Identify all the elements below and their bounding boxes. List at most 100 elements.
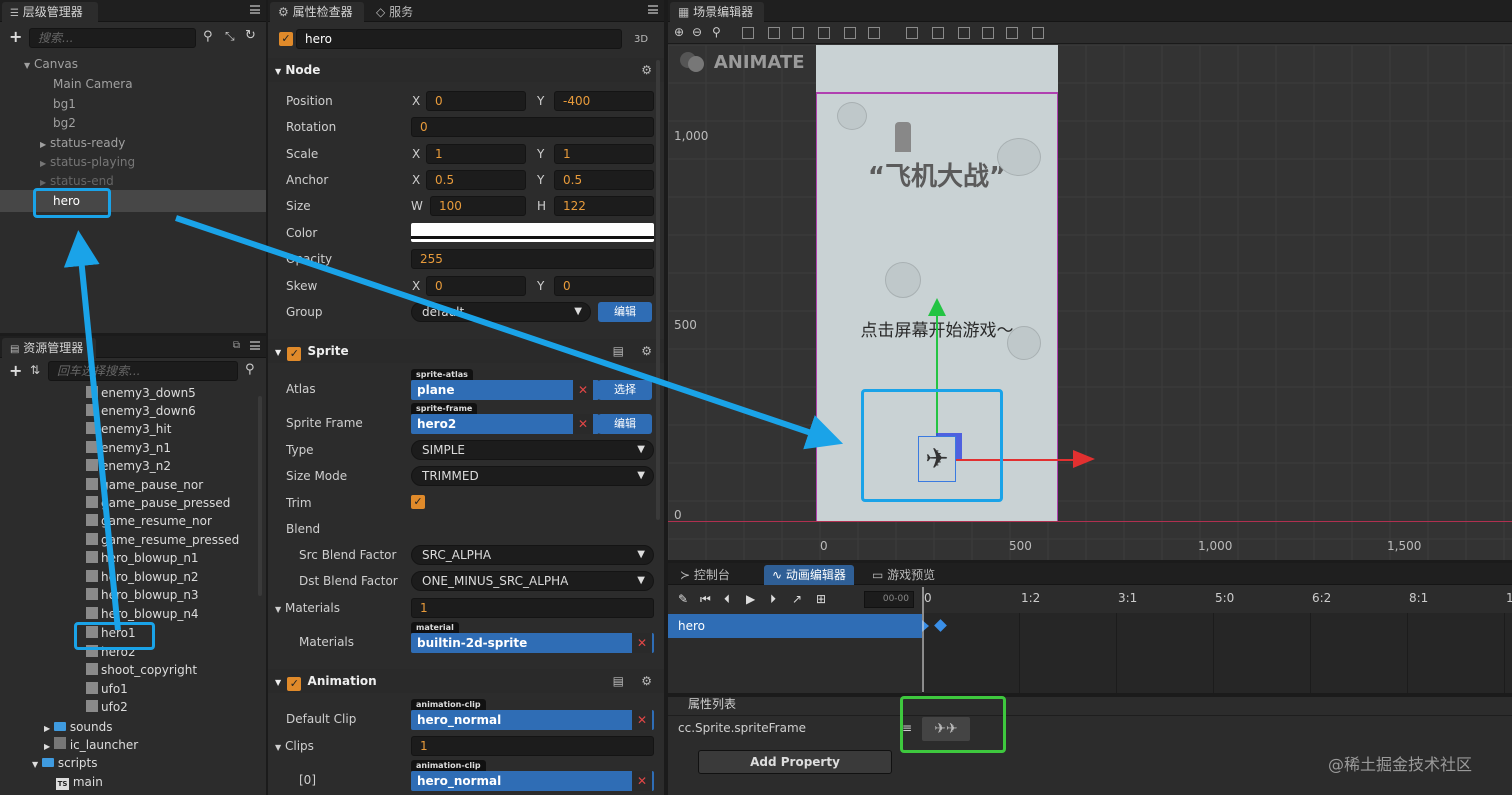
asset-item[interactable]: enemy3_n2 — [86, 458, 171, 474]
sort-icon[interactable]: ⇅ — [30, 363, 40, 377]
panel-menu-icon[interactable] — [250, 341, 260, 350]
animation-section-header[interactable]: ▼ ✓ Animation ▤ ⚙ — [268, 669, 664, 693]
type-select[interactable]: SIMPLE — [411, 440, 654, 460]
asset-item[interactable]: hero_blowup_n2 — [86, 569, 199, 585]
animation-enabled-checkbox[interactable]: ✓ — [287, 677, 302, 691]
asset-item[interactable]: game_pause_nor — [86, 477, 203, 493]
zoom-in-icon[interactable]: ⊕ — [674, 25, 684, 39]
timeline-ruler[interactable]: 0 1:2 3:1 5:0 6:2 8:1 10 — [922, 585, 1512, 613]
sprite-section-header[interactable]: ▼ ✓ Sprite ▤ ⚙ — [268, 339, 664, 363]
first-frame-icon[interactable]: ⏮ — [700, 592, 711, 606]
play-icon[interactable]: ▶ — [746, 592, 755, 606]
position-y-input[interactable]: -400 — [554, 91, 654, 111]
tree-item-bg2[interactable]: bg2 — [53, 115, 76, 131]
book-icon[interactable]: ▤ — [613, 339, 624, 363]
sprite-frame-field[interactable]: hero2 — [411, 414, 599, 434]
tree-item-status-playing[interactable]: ▶ status-playing — [40, 154, 135, 172]
tab-game-preview[interactable]: ▭ 游戏预览 — [864, 565, 943, 585]
clips-header[interactable]: ▼ Clips — [275, 738, 314, 756]
align-icon[interactable] — [768, 27, 780, 39]
scrollbar[interactable] — [258, 396, 262, 596]
track-hero[interactable]: hero — [668, 614, 922, 638]
asset-item[interactable]: game_resume_pressed — [86, 532, 239, 548]
atlas-select-button[interactable]: 选择 — [598, 380, 652, 400]
rotation-input[interactable]: 0 — [411, 117, 654, 137]
y-axis-arrow-icon[interactable] — [928, 298, 946, 316]
assets-search-input[interactable]: 回车选择搜索... — [48, 361, 238, 381]
asset-item[interactable]: ufo1 — [86, 681, 128, 697]
size-w-input[interactable]: 100 — [430, 196, 526, 216]
prev-frame-icon[interactable]: ⏴ — [724, 592, 730, 606]
folder-sounds[interactable]: ▶ sounds — [44, 719, 113, 737]
add-asset-icon[interactable]: + — [9, 363, 22, 379]
align-icon[interactable] — [1032, 27, 1044, 39]
tree-item-bg1[interactable]: bg1 — [53, 96, 76, 112]
folder-scripts[interactable]: ▼ scripts — [32, 755, 98, 773]
settings-gear-icon[interactable]: ⚙ — [641, 669, 652, 693]
align-icon[interactable] — [844, 27, 856, 39]
asset-item[interactable]: ufo2 — [86, 699, 128, 715]
3d-toggle[interactable]: 3D — [634, 32, 648, 48]
sprite-enabled-checkbox[interactable]: ✓ — [287, 347, 302, 361]
align-icon[interactable] — [982, 27, 994, 39]
folder-ic-launcher[interactable]: ▶ ic_launcher — [44, 737, 138, 755]
inspector-scrollbar[interactable] — [656, 60, 660, 520]
anchor-y-input[interactable]: 0.5 — [554, 170, 654, 190]
align-icon[interactable] — [818, 27, 830, 39]
asset-item[interactable]: game_resume_nor — [86, 513, 212, 529]
default-clip-field[interactable]: hero_normal — [411, 710, 654, 730]
clips-count-input[interactable]: 1 — [411, 736, 654, 756]
tab-services[interactable]: ◇ 服务 — [368, 2, 421, 22]
default-clip-clear-icon[interactable]: ✕ — [632, 710, 652, 730]
search-icon[interactable]: ⚲ — [203, 29, 213, 44]
edit-mode-icon[interactable]: ✎ — [678, 592, 688, 606]
node-active-checkbox[interactable]: ✓ — [279, 32, 293, 46]
scale-x-input[interactable]: 1 — [426, 144, 526, 164]
node-name-input[interactable]: hero — [296, 29, 622, 49]
panel-menu-icon[interactable] — [648, 5, 658, 14]
zoom-out-icon[interactable]: ⊖ — [692, 25, 702, 39]
group-edit-button[interactable]: 编辑 — [598, 302, 652, 322]
zoom-reset-icon[interactable]: ⚲ — [712, 25, 721, 39]
hierarchy-search-input[interactable]: 搜索... — [29, 28, 196, 48]
asset-item[interactable]: enemy3_n1 — [86, 440, 171, 456]
tab-inspector[interactable]: ⚙ 属性检查器 — [270, 2, 364, 22]
add-icon[interactable]: + — [9, 29, 22, 45]
tab-animation-editor[interactable]: ∿ 动画编辑器 — [764, 565, 854, 585]
panel-menu-icon[interactable] — [250, 5, 260, 14]
asset-item[interactable]: enemy3_down5 — [86, 385, 196, 401]
prop-sprite-frame[interactable]: cc.Sprite.spriteFrame — [678, 720, 806, 736]
position-x-input[interactable]: 0 — [426, 91, 526, 111]
size-h-input[interactable]: 122 — [554, 196, 654, 216]
group-select[interactable]: default — [411, 302, 591, 322]
asset-item[interactable]: hero_blowup_n1 — [86, 550, 199, 566]
atlas-clear-icon[interactable]: ✕ — [573, 380, 593, 400]
opacity-input[interactable]: 255 — [411, 249, 654, 269]
align-icon[interactable] — [1006, 27, 1018, 39]
playhead[interactable] — [922, 587, 924, 692]
time-input[interactable]: 00-00 — [864, 591, 914, 608]
anchor-x-input[interactable]: 0.5 — [426, 170, 526, 190]
scale-y-input[interactable]: 1 — [554, 144, 654, 164]
size-mode-select[interactable]: TRIMMED — [411, 466, 654, 486]
book-icon[interactable]: ▤ — [613, 669, 624, 693]
node-section-header[interactable]: ▼ Node ⚙ — [268, 58, 664, 82]
tree-item-main-camera[interactable]: Main Camera — [53, 76, 133, 92]
search-icon[interactable]: ⚲ — [245, 362, 255, 377]
align-icon[interactable] — [906, 27, 918, 39]
frame-edit-button[interactable]: 编辑 — [598, 414, 652, 434]
skew-x-input[interactable]: 0 — [426, 276, 526, 296]
src-blend-select[interactable]: SRC_ALPHA — [411, 545, 654, 565]
material-field[interactable]: builtin-2d-sprite — [411, 633, 654, 653]
add-property-button[interactable]: Add Property — [698, 750, 892, 774]
x-axis-arrow-icon[interactable] — [1073, 450, 1095, 468]
material-clear-icon[interactable]: ✕ — [632, 633, 652, 653]
trim-checkbox[interactable]: ✓ — [411, 495, 425, 509]
clip0-field[interactable]: hero_normal — [411, 771, 654, 791]
frame-clear-icon[interactable]: ✕ — [573, 414, 593, 434]
align-icon[interactable] — [868, 27, 880, 39]
tree-item-status-ready[interactable]: ▶ status-ready — [40, 135, 125, 153]
skew-y-input[interactable]: 0 — [554, 276, 654, 296]
add-event-icon[interactable]: ↗ — [792, 592, 802, 606]
popout-icon[interactable]: ⧉ — [233, 340, 240, 351]
